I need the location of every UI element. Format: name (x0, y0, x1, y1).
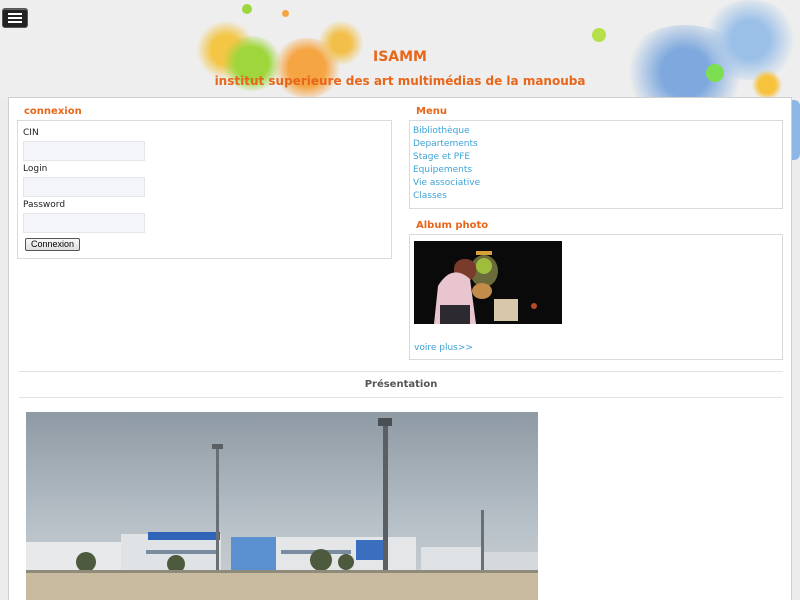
section-divider (19, 397, 783, 398)
menu-section-title: Menu (416, 106, 447, 117)
presentation-building-image (26, 412, 538, 600)
menu-item-equipements[interactable]: Equipements (413, 165, 472, 175)
site-header: ISAMM institut superieure des art multim… (0, 0, 800, 100)
presentation-title: Présentation (364, 379, 438, 390)
connexion-button[interactable]: Connexion (25, 238, 81, 251)
cin-label: CIN (23, 128, 39, 138)
album-box: voire plus>> (409, 234, 783, 360)
site-subtitle: institut superieure des art multimédias … (214, 74, 586, 88)
album-see-more-link[interactable]: voire plus>> (414, 343, 473, 353)
menu-item-vie-associative[interactable]: Vie associative (413, 178, 480, 188)
hamburger-icon (8, 21, 22, 23)
hamburger-icon (8, 13, 22, 15)
album-photo-image[interactable] (414, 241, 562, 324)
password-input[interactable] (23, 213, 145, 233)
login-section-title: connexion (24, 106, 82, 117)
password-label: Password (23, 200, 66, 210)
paint-splash-decoration (592, 28, 606, 42)
menu-item-stage-pfe[interactable]: Stage et PFE (413, 152, 470, 162)
menu-item-classes[interactable]: Classes (413, 191, 447, 201)
login-input[interactable] (23, 177, 145, 197)
album-section-title: Album photo (416, 220, 489, 231)
cin-input[interactable] (23, 141, 145, 161)
hamburger-menu-button[interactable] (2, 8, 28, 28)
login-label: Login (23, 164, 48, 174)
hamburger-icon (8, 17, 22, 19)
menu-item-bibliotheque[interactable]: Bibliothèque (413, 126, 470, 136)
paint-splash-decoration (282, 10, 289, 17)
main-content: connexion CIN Login Password Connexion M… (8, 97, 792, 600)
site-title: ISAMM (373, 49, 427, 65)
paint-splash-decoration (242, 4, 252, 14)
section-divider (19, 371, 783, 372)
menu-item-departements[interactable]: Departements (413, 139, 478, 149)
menu-box: Bibliothèque Departements Stage et PFE E… (409, 120, 783, 209)
login-box: CIN Login Password Connexion (17, 120, 392, 259)
